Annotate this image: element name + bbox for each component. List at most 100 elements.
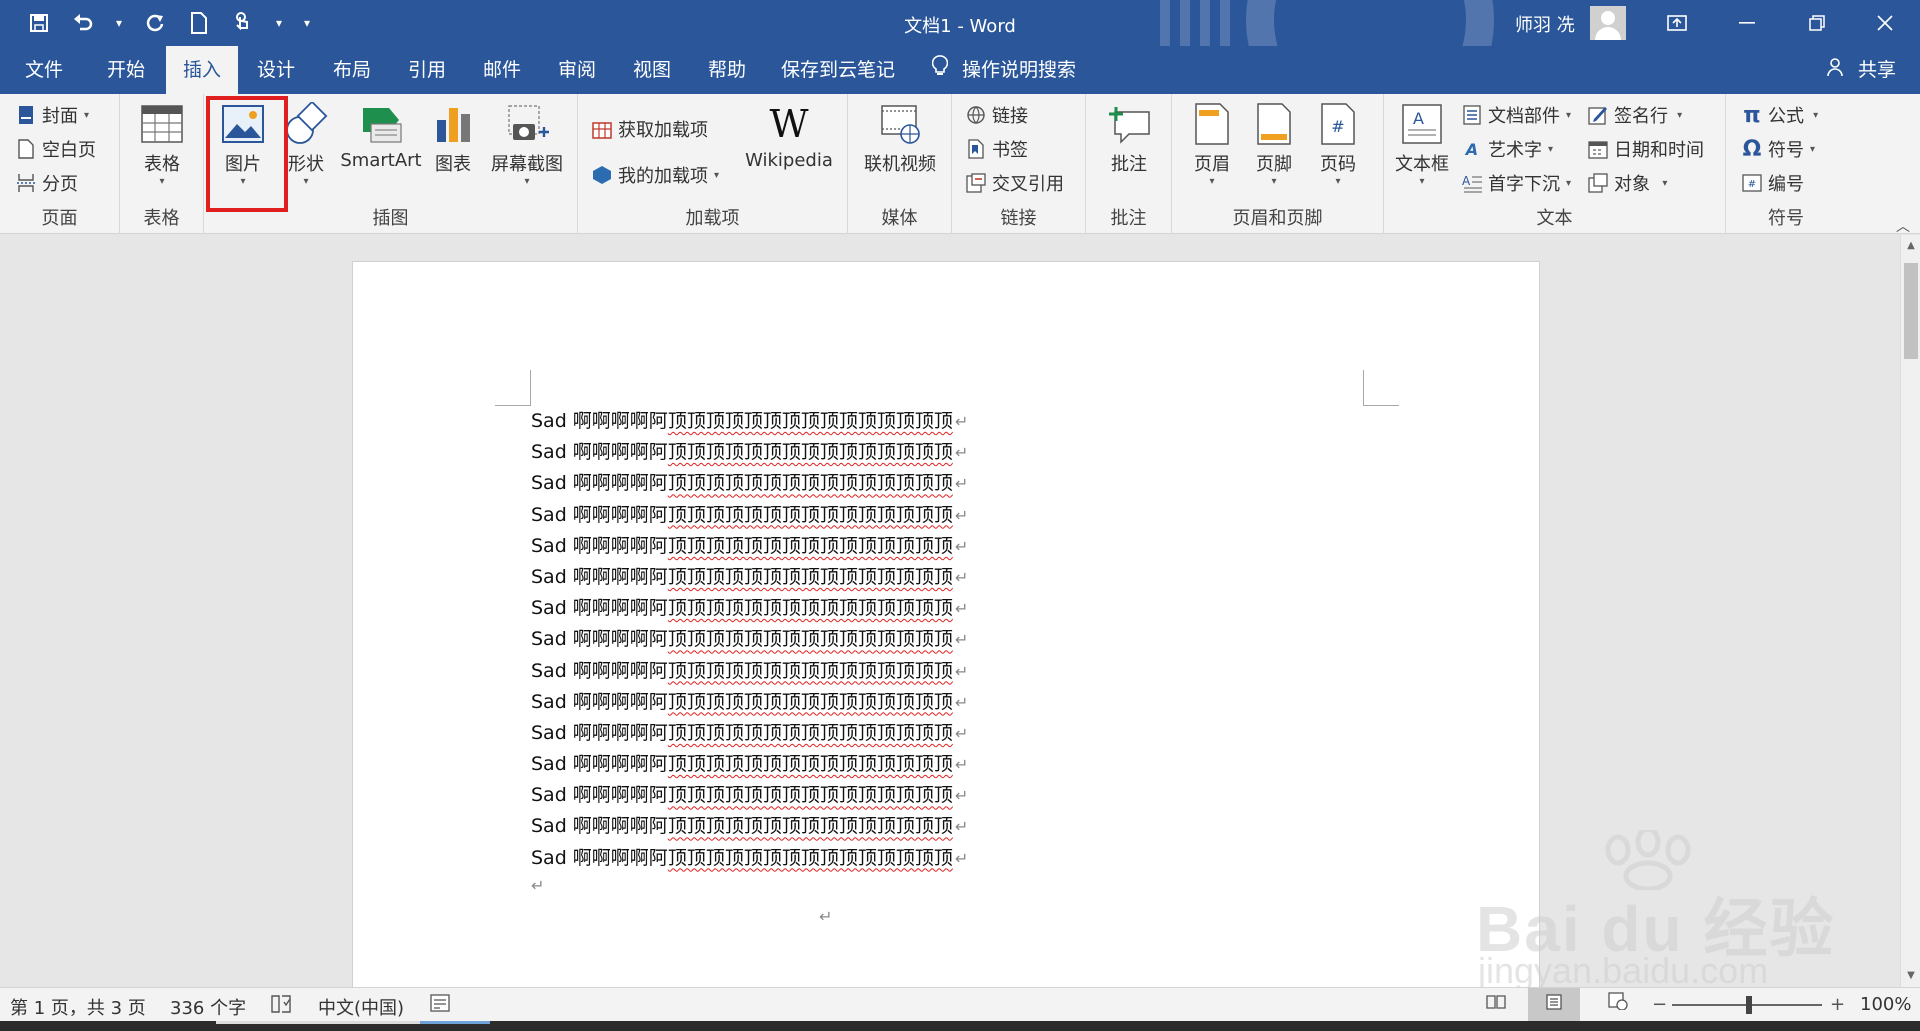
text-line: Sad 啊啊啊啊阿顶顶顶顶顶顶顶顶顶顶顶顶顶顶顶 ↵ [531,534,969,557]
equation-button[interactable]: π 公式 ▾ [1742,102,1818,128]
share-button[interactable]: 共享 [1826,46,1896,94]
chart-button[interactable]: 图表 [430,102,476,176]
scroll-up-icon[interactable]: ▲ [1901,235,1920,257]
text-line: Sad 啊啊啊啊阿顶顶顶顶顶顶顶顶顶顶顶顶顶顶顶 ↵ [531,410,969,432]
ribbon-tabs: 文件 开始 插入 设计 布局 引用 邮件 审阅 视图 帮助 保存到云笔记 操作说… [0,46,1920,94]
print-layout-icon[interactable] [1528,988,1580,1022]
cross-reference-button[interactable]: 交叉引用 [966,170,1064,196]
tab-view[interactable]: 视图 [614,46,690,94]
user-name[interactable]: 师羽 冼 [1515,11,1575,37]
tab-file[interactable]: 文件 [0,46,88,94]
header-icon [1190,102,1234,146]
number-button[interactable]: # 编号 [1742,170,1804,196]
online-video-icon [878,102,922,146]
tab-references[interactable]: 引用 [390,46,464,94]
quick-parts-icon [1462,104,1482,126]
document-page[interactable]: Sad 啊啊啊啊阿顶顶顶顶顶顶顶顶顶顶顶顶顶顶顶 ↵ Sad 啊啊啊啊阿顶顶顶顶顶… [352,261,1540,987]
drop-cap-icon: A [1462,172,1482,194]
my-addins-button[interactable]: 我的加载项 ▾ [592,162,719,188]
tell-me-search[interactable]: 操作说明搜索 [931,46,1076,94]
empty-paragraph-mark: ↵ [531,876,545,895]
zoom-slider-knob[interactable] [1746,996,1752,1014]
avatar[interactable] [1590,6,1626,40]
signature-line-button[interactable]: 签名行 ▾ [1588,102,1682,128]
group-label-comments: 批注 [1110,208,1147,229]
margin-corner-top-left [495,370,531,406]
text-line: Sad 啊啊啊啊阿顶顶顶顶顶顶顶顶顶顶顶顶顶顶顶 ↵ [531,441,969,464]
text-line: Sad 啊啊啊啊阿顶顶顶顶顶顶顶顶顶顶顶顶顶顶顶 ↵ [531,597,969,620]
vertical-scrollbar[interactable]: ▲ ▼ [1900,235,1920,987]
text-line: Sad 啊啊啊啊阿顶顶顶顶顶顶顶顶顶顶顶顶顶顶顶 ↵ [531,753,969,776]
wordart-icon: A [1465,139,1479,159]
zoom-in-button[interactable]: + [1830,994,1845,1015]
tab-review[interactable]: 审阅 [540,46,614,94]
ribbon-display-options-icon[interactable] [1644,0,1710,46]
group-label-links: 链接 [1000,208,1037,229]
tab-home[interactable]: 开始 [88,46,164,94]
word-count[interactable]: 336 个字 [170,994,246,1020]
tab-design[interactable]: 设计 [238,46,314,94]
group-label-symbols: 符号 [1768,208,1804,229]
group-label-header-footer: 页眉和页脚 [1232,208,1323,229]
group-header-footer: 页眉 ▾ 页脚 ▾ # 页码 ▾ 页眉和页脚 [1172,94,1384,234]
status-bar: 第 1 页，共 3 页 336 个字 中文(中国) − + 100% [0,987,1920,1022]
scroll-down-icon[interactable]: ▼ [1901,965,1920,987]
group-label-addins: 加载项 [685,208,740,229]
quick-parts-button[interactable]: 文档部件 ▾ [1462,102,1571,128]
header-button[interactable]: 页眉 ▾ [1182,102,1242,188]
document-title: 文档1 - Word [904,16,1016,37]
scroll-thumb[interactable] [1904,263,1918,359]
table-button[interactable]: 表格 ▾ [136,102,188,188]
drop-cap-button[interactable]: A 首字下沉 ▾ [1462,170,1571,196]
get-addins-button[interactable]: 获取加载项 [592,116,708,142]
textbox-button[interactable]: A 文本框 ▾ [1390,102,1454,188]
blank-page-icon [16,138,36,160]
cover-page-button[interactable]: 封面 ▾ [16,102,89,128]
tab-save-to-cloud-notes[interactable]: 保存到云笔记 [770,46,906,94]
group-label-media: 媒体 [881,208,918,229]
new-comment-button[interactable]: 批注 [1104,102,1154,176]
read-mode-icon[interactable] [1478,988,1514,1022]
web-layout-icon[interactable] [1600,988,1636,1022]
symbol-button[interactable]: Ω 符号 ▾ [1742,136,1815,162]
text-line: Sad 啊啊啊啊阿顶顶顶顶顶顶顶顶顶顶顶顶顶顶顶 ↵ [531,784,969,807]
date-time-button[interactable]: 日期和时间 [1588,136,1704,162]
document-area[interactable]: Sad 啊啊啊啊阿顶顶顶顶顶顶顶顶顶顶顶顶顶顶顶 ↵ Sad 啊啊啊啊阿顶顶顶顶顶… [0,235,1900,987]
group-label-pages: 页面 [41,208,78,229]
tab-mailings[interactable]: 邮件 [464,46,540,94]
empty-paragraph-mark: ↵ [819,907,833,926]
group-symbols: π 公式 ▾ Ω 符号 ▾ # 编号 符号 [1726,94,1846,234]
language-indicator[interactable]: 中文(中国) [318,994,404,1020]
minimize-icon[interactable] [1714,0,1780,46]
collapse-ribbon-icon[interactable]: ︿ [1896,216,1910,236]
macro-recording-icon[interactable] [430,994,450,1017]
smartart-button[interactable]: SmartArt [340,102,422,171]
wordart-button[interactable]: A 艺术字 ▾ [1462,136,1553,162]
footer-button[interactable]: 页脚 ▾ [1244,102,1304,188]
omega-icon: Ω [1742,136,1762,162]
object-button[interactable]: 对象 ▾ [1588,170,1667,196]
blank-page-button[interactable]: 空白页 [16,136,96,162]
page-break-button[interactable]: 分页 [16,170,78,196]
text-line: Sad 啊啊啊啊阿顶顶顶顶顶顶顶顶顶顶顶顶顶顶顶 ↵ [531,846,969,869]
zoom-out-button[interactable]: − [1652,994,1667,1015]
bookmark-icon [966,138,986,160]
bookmark-button[interactable]: 书签 [966,136,1028,162]
proofing-icon[interactable] [270,994,292,1019]
group-label-text: 文本 [1536,208,1573,229]
wikipedia-button[interactable]: W Wikipedia [740,102,838,171]
screenshot-button[interactable]: 屏幕截图 ▾ [486,102,568,188]
online-video-button[interactable]: 联机视频 [858,102,942,176]
picture-button-highlight [206,96,288,212]
close-icon[interactable] [1852,0,1918,46]
tab-layout[interactable]: 布局 [314,46,390,94]
tab-insert[interactable]: 插入 [166,46,238,94]
document-body[interactable]: Sad 啊啊啊啊阿顶顶顶顶顶顶顶顶顶顶顶顶顶顶顶 ↵ Sad 啊啊啊啊阿顶顶顶顶顶… [531,406,968,874]
tab-help[interactable]: 帮助 [690,46,764,94]
page-number-button[interactable]: # 页码 ▾ [1308,102,1368,188]
link-button[interactable]: 链接 [966,102,1028,128]
zoom-level[interactable]: 100% [1860,994,1911,1015]
restore-icon[interactable] [1784,0,1850,46]
link-icon [966,104,986,126]
page-count[interactable]: 第 1 页，共 3 页 [10,994,146,1020]
